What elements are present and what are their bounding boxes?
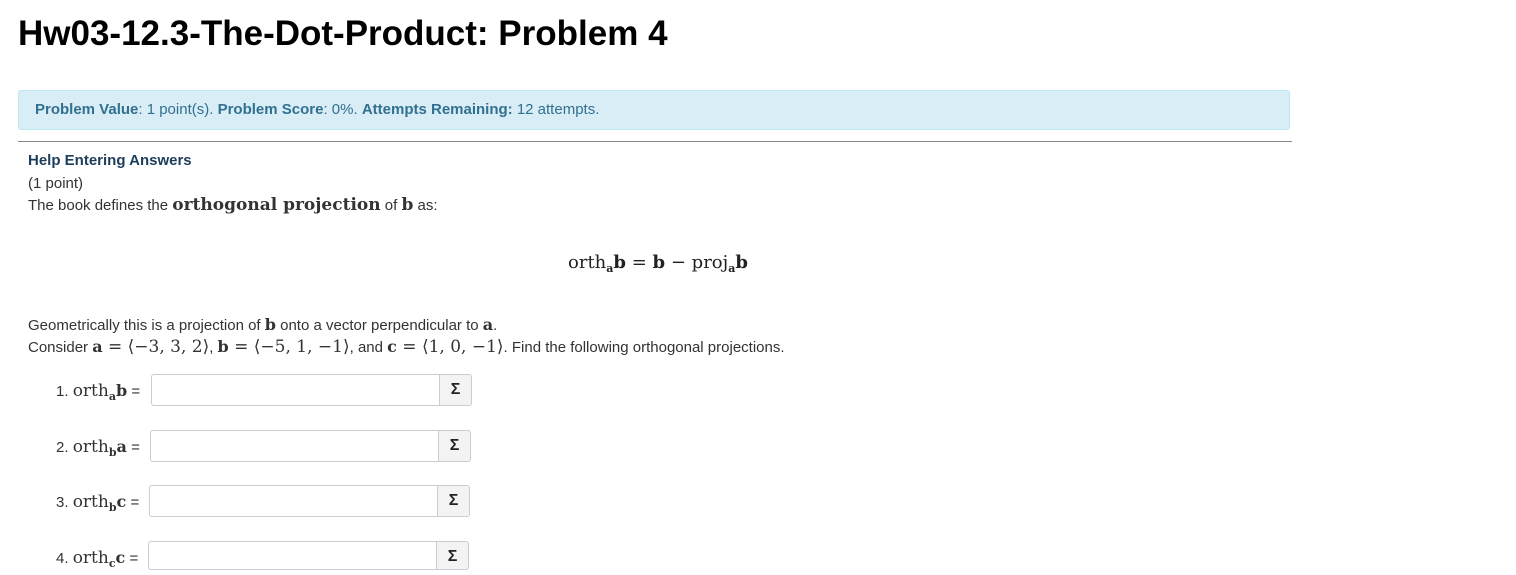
score-banner: Problem Value: 1 point(s). Problem Score… xyxy=(18,90,1290,130)
geo-suffix: . xyxy=(493,317,498,334)
answer-number: 2. xyxy=(56,439,73,456)
divider xyxy=(18,141,1292,142)
answer-eq: = xyxy=(126,439,140,456)
answer-eq: = xyxy=(126,494,140,511)
vector-c-name: c xyxy=(387,337,397,356)
problem-intro: The book defines the orthogonal projecti… xyxy=(28,195,438,215)
eq-rhs-op: proj xyxy=(691,252,729,273)
equation-editor-button-4[interactable]: Σ xyxy=(436,541,469,570)
answer-input-4[interactable] xyxy=(148,541,438,570)
help-entering-answers-link[interactable]: Help Entering Answers xyxy=(28,152,192,169)
display-equation: orthab = b − projab xyxy=(568,252,748,275)
answer-input-1[interactable] xyxy=(151,374,441,406)
answer-op: orth xyxy=(72,381,109,401)
geo-mid: onto a vector perpendicular to xyxy=(275,317,483,334)
eq-rhs-vec: b xyxy=(652,252,666,273)
consider-suffix: . Find the following orthogonal projecti… xyxy=(503,339,785,356)
answer-op: orth xyxy=(72,437,109,457)
geo-prefix: Geometrically this is a projection of xyxy=(28,317,265,334)
intro-vector: b xyxy=(401,195,414,215)
answer-op: orth xyxy=(72,548,109,568)
geo-vector-a: a xyxy=(482,315,494,334)
geo-vector-b: b xyxy=(264,315,276,334)
consider-vectors: Consider a = ⟨−3, 3, 2⟩, b = ⟨−5, 1, −1⟩… xyxy=(28,337,785,357)
problem-value-text: : 1 point(s). xyxy=(138,101,218,118)
intro-term: orthogonal projection xyxy=(172,195,381,215)
eq-lhs-vec: b xyxy=(613,252,627,273)
sigma-icon: Σ xyxy=(447,548,458,565)
eq-minus: − xyxy=(665,252,692,273)
intro-prefix: The book defines the xyxy=(28,197,173,214)
sigma-icon: Σ xyxy=(448,492,459,509)
answer-label-1: 1. orthab = xyxy=(56,381,140,403)
answer-vec: c xyxy=(116,492,127,511)
vector-b-value: = ⟨−5, 1, −1⟩ xyxy=(228,337,350,357)
consider-sep-1: , xyxy=(209,339,218,356)
problem-score-label: Problem Score xyxy=(217,101,324,118)
intro-suffix: as: xyxy=(413,197,438,214)
answer-vec: a xyxy=(116,437,127,456)
answer-input-3[interactable] xyxy=(149,485,439,517)
intro-mid: of xyxy=(380,197,402,214)
page-title: Hw03-12.3-The-Dot-Product: Problem 4 xyxy=(18,14,668,53)
answer-number: 3. xyxy=(56,494,73,511)
answer-sub: b xyxy=(108,501,117,514)
eq-lhs-op: orth xyxy=(568,252,607,273)
answer-sub: a xyxy=(108,390,116,403)
answer-vec: b xyxy=(115,381,128,400)
equation-editor-button-2[interactable]: Σ xyxy=(438,430,471,462)
answer-number: 1. xyxy=(56,383,73,400)
consider-prefix: Consider xyxy=(28,339,93,356)
sigma-icon: Σ xyxy=(449,437,460,454)
equation-editor-button-3[interactable]: Σ xyxy=(437,485,470,517)
answer-label-2: 2. orthba = xyxy=(56,437,140,459)
vector-c-value: = ⟨1, 0, −1⟩ xyxy=(396,337,504,357)
eq-equals: = xyxy=(626,252,653,273)
answer-eq: = xyxy=(125,550,139,567)
answer-eq: = xyxy=(127,383,141,400)
answer-label-3: 3. orthbc = xyxy=(56,492,139,514)
answer-sub: c xyxy=(108,557,116,570)
answer-number: 4. xyxy=(56,550,73,567)
consider-sep-2: , and xyxy=(349,339,388,356)
attempts-remaining-label: Attempts Remaining: xyxy=(361,101,513,118)
problem-value-label: Problem Value xyxy=(35,101,139,118)
answer-input-2[interactable] xyxy=(150,430,440,462)
eq-rhs-vec2: b xyxy=(735,252,748,273)
attempts-remaining-text: 12 attempts. xyxy=(512,101,600,118)
answer-op: orth xyxy=(72,492,109,512)
vector-a-value: = ⟨−3, 3, 2⟩ xyxy=(102,337,210,357)
answer-sub: b xyxy=(108,446,117,459)
sigma-icon: Σ xyxy=(450,381,461,398)
problem-score-text: : 0%. xyxy=(323,101,362,118)
problem-points: (1 point) xyxy=(28,175,84,192)
vector-b-name: b xyxy=(217,337,229,356)
vector-a-name: a xyxy=(92,337,103,356)
equation-editor-button-1[interactable]: Σ xyxy=(439,374,472,406)
geometric-description: Geometrically this is a projection of b … xyxy=(28,315,497,334)
answer-label-4: 4. orthcc = xyxy=(56,548,138,570)
answer-vec: c xyxy=(115,548,126,567)
